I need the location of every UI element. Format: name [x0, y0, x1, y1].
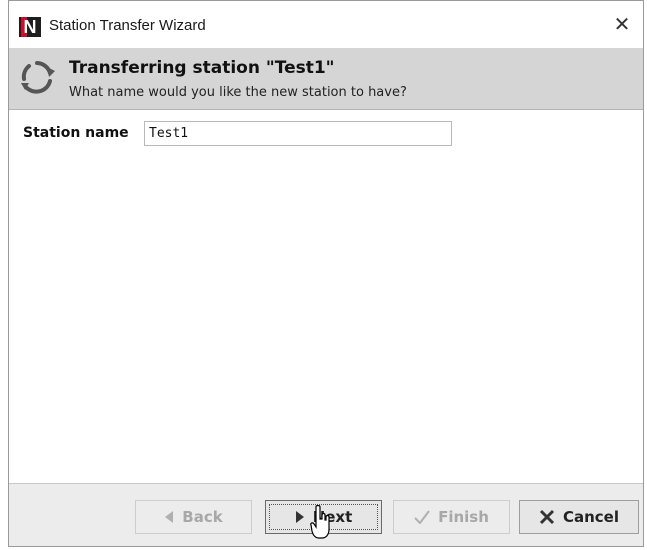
back-button-label: Back — [182, 508, 223, 526]
title-bar[interactable]: N Station Transfer Wizard ✕ — [9, 1, 643, 47]
close-button[interactable]: ✕ — [611, 13, 633, 35]
finish-button-label: Finish — [438, 508, 489, 526]
wizard-window: N Station Transfer Wizard ✕ Transferring… — [8, 0, 644, 547]
logo-letter: N — [23, 17, 37, 37]
window-title: Station Transfer Wizard — [49, 17, 206, 34]
mouse-cursor-icon — [310, 505, 330, 539]
finish-button[interactable]: Finish — [393, 500, 510, 534]
back-button[interactable]: Back — [135, 500, 252, 534]
header-banner: Transferring station "Test1" What name w… — [9, 48, 643, 110]
refresh-icon — [21, 61, 55, 94]
cancel-button[interactable]: Cancel — [519, 500, 639, 534]
checkmark-icon — [414, 510, 430, 524]
triangle-left-icon — [165, 511, 174, 523]
cancel-button-label: Cancel — [562, 508, 619, 526]
page-title: Transferring station "Test1" — [69, 58, 335, 78]
x-icon — [539, 509, 555, 525]
app-logo-icon: N — [19, 17, 41, 37]
page-subtitle: What name would you like the new station… — [69, 85, 407, 100]
station-name-label: Station name — [23, 125, 129, 141]
station-name-input[interactable] — [144, 121, 452, 146]
